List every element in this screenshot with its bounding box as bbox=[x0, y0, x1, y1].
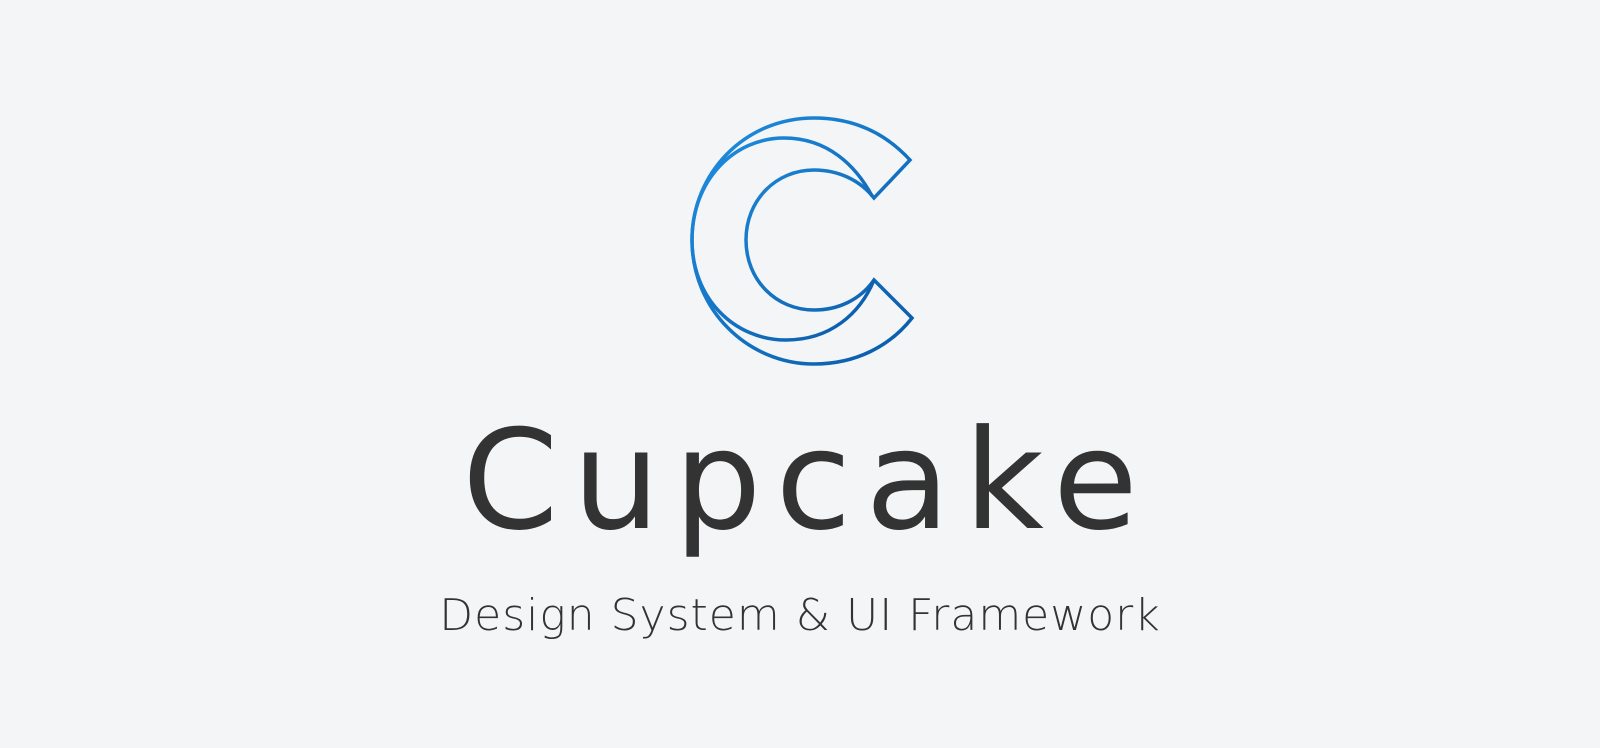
splash-screen: Cupcake Design System & UI Framework bbox=[0, 0, 1600, 748]
brand-tagline: Design System & UI Framework bbox=[439, 590, 1161, 641]
brand-name: Cupcake bbox=[462, 400, 1152, 561]
cupcake-logo-icon bbox=[684, 114, 916, 374]
